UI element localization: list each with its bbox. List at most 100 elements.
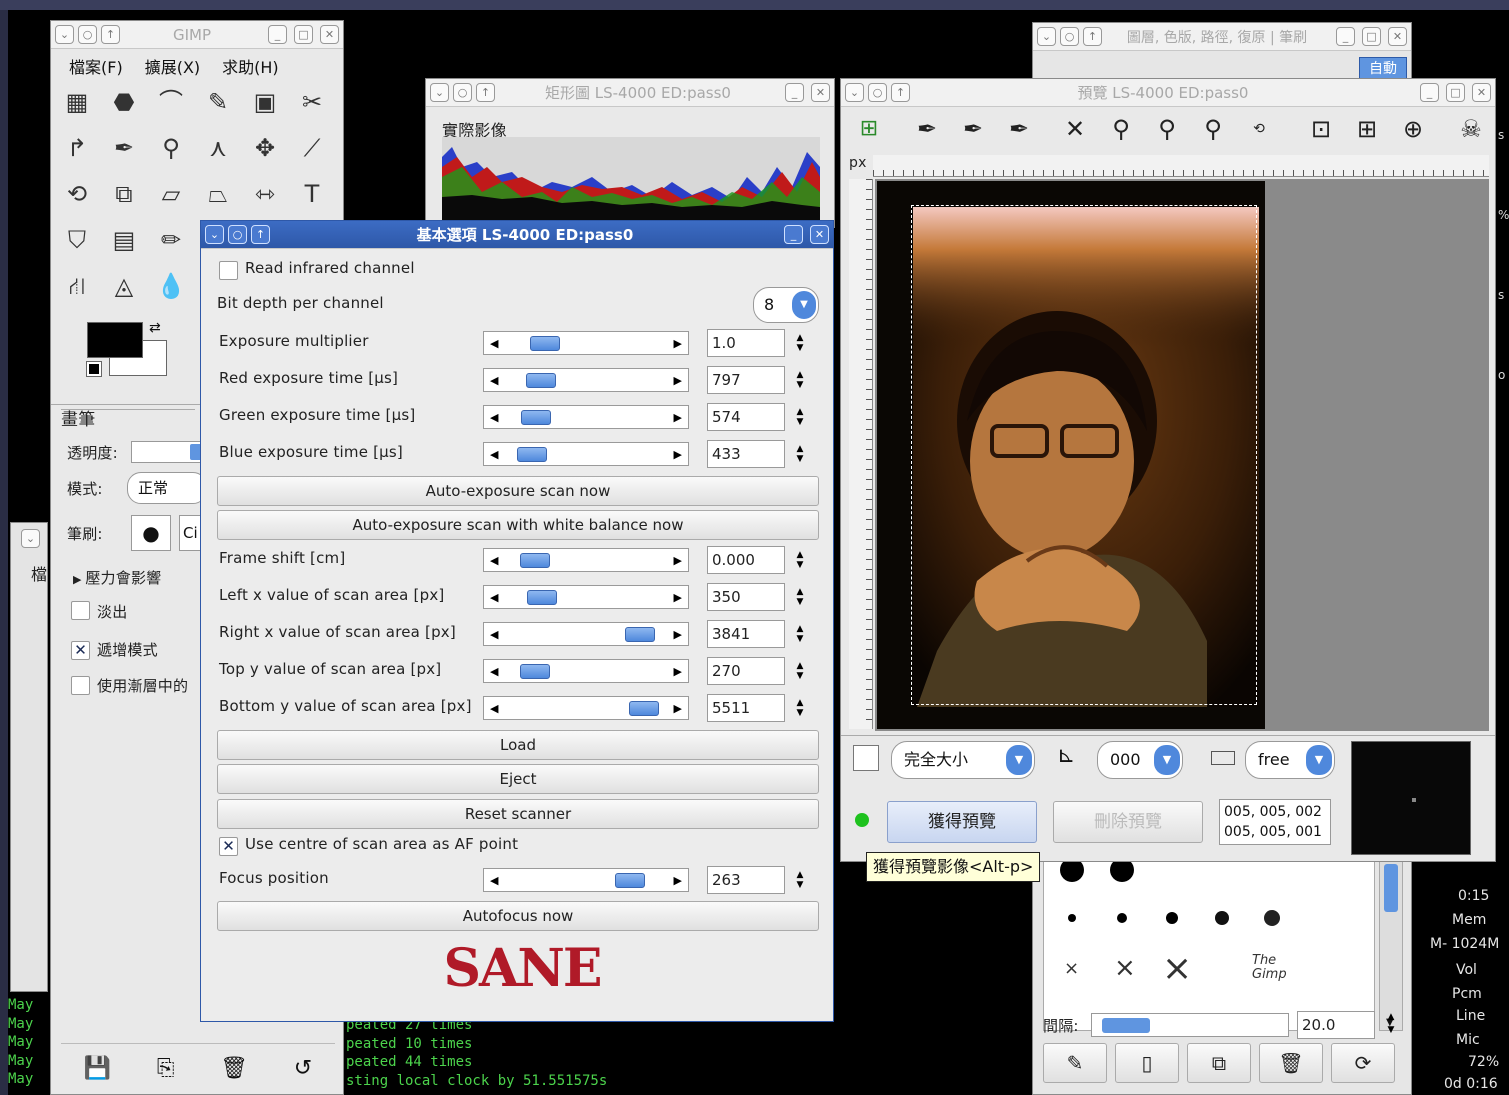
preview-canvas[interactable] (875, 179, 1489, 731)
option-value-input[interactable]: 574 (707, 403, 785, 431)
brush-scrollbar[interactable]: ▼ (1379, 853, 1403, 1031)
menu-help[interactable]: 求助(H) (222, 54, 279, 78)
spin-arrows-icon[interactable]: ▲▼ (789, 620, 809, 648)
option-value-input[interactable]: 1.0 (707, 329, 785, 357)
new-brush-button[interactable]: ▯ (1115, 1043, 1179, 1083)
option-value-input[interactable]: 0.000 (707, 546, 785, 574)
option-slider[interactable]: ◀ ▶ (483, 331, 689, 355)
autofocus-button[interactable]: Autofocus now (217, 901, 819, 931)
spacing-spin-icon[interactable]: ▲ ▼ (1381, 1011, 1401, 1039)
maximize-area-icon[interactable]: ⊞ (1347, 109, 1387, 149)
arrow-right-icon[interactable]: ▶ (674, 702, 682, 715)
spin-arrows-icon[interactable]: ▲▼ (789, 329, 809, 357)
selection-toggle-icon[interactable] (853, 745, 879, 771)
option-value-input[interactable]: 3841 (707, 620, 785, 648)
scale-icon[interactable]: ⧉ (106, 177, 142, 211)
close-icon[interactable]: ✕ (1472, 83, 1491, 102)
menu-extensions[interactable]: 擴展(X) (145, 54, 200, 78)
refresh-brushes-button[interactable]: ⟳ (1331, 1043, 1395, 1083)
option-slider[interactable]: ◀ ▶ (483, 548, 689, 572)
menu-file[interactable]: 檔案(F) (69, 54, 123, 78)
skull-icon[interactable]: ☠ (1451, 109, 1491, 149)
maximize-icon[interactable]: □ (294, 25, 313, 44)
reset-scanner-button[interactable]: Reset scanner (217, 799, 819, 829)
close-icon[interactable]: ✕ (320, 25, 339, 44)
slider-knob[interactable] (527, 590, 558, 605)
arrow-left-icon[interactable]: ◀ (490, 702, 498, 715)
raise-icon[interactable]: ↑ (891, 83, 910, 102)
slider-knob[interactable] (614, 873, 645, 888)
spacing-slider[interactable] (1091, 1013, 1289, 1037)
shade-icon[interactable]: ○ (228, 225, 247, 244)
angle-select[interactable]: 000 ▼ (1097, 741, 1183, 779)
pick-gray-icon[interactable]: ✒ (953, 109, 993, 149)
selection-rectangle[interactable] (911, 205, 1257, 705)
restore-options-icon[interactable]: ⎘ (157, 1056, 175, 1081)
option-slider[interactable]: ◀ ▶ (483, 368, 689, 392)
fuzzy-select-icon[interactable]: ✎ (200, 85, 236, 119)
close-icon[interactable]: ✕ (810, 225, 829, 244)
size-select[interactable]: 完全大小 ▼ (891, 741, 1035, 779)
option-slider[interactable]: ◀ ▶ (483, 442, 689, 466)
reset-options-icon[interactable]: ↺ (294, 1056, 312, 1081)
incremental-checkbox[interactable]: ✕ (71, 641, 90, 660)
slider-knob[interactable] (517, 447, 547, 462)
ink-icon[interactable]: ⛙ (59, 269, 95, 303)
bit-depth-select[interactable]: 8 ▼ (753, 287, 819, 323)
spacing-input[interactable]: 20.0 (1297, 1011, 1375, 1039)
slider-knob[interactable] (519, 664, 550, 679)
load-button[interactable]: Load (217, 730, 819, 760)
select-area-icon[interactable]: ⊞ (849, 109, 889, 149)
shade-icon[interactable]: ○ (78, 25, 97, 44)
color-picker-icon[interactable]: ✒ (106, 131, 142, 165)
minimize-icon[interactable]: _ (1420, 83, 1439, 102)
maximize-icon[interactable]: □ (1446, 83, 1465, 102)
minimize-icon[interactable]: _ (785, 83, 804, 102)
read-infrared-checkbox[interactable] (219, 261, 238, 280)
arrow-right-icon[interactable]: ▶ (674, 591, 682, 604)
raise-icon[interactable]: ↑ (101, 25, 120, 44)
shade-icon[interactable]: ○ (868, 83, 887, 102)
color-select-icon[interactable]: ▣ (247, 85, 283, 119)
undo-zoom-icon[interactable]: ⟲ (1239, 109, 1279, 149)
delete-brush-button[interactable]: 🗑 (1259, 1043, 1323, 1083)
color-area[interactable]: ⇄ (61, 316, 195, 410)
arrow-right-icon[interactable]: ▶ (674, 874, 682, 887)
arrow-left-icon[interactable]: ◀ (490, 337, 498, 350)
scroll-thumb[interactable] (1384, 864, 1398, 912)
foreground-color[interactable] (87, 322, 143, 358)
swap-colors-icon[interactable]: ⇄ (149, 320, 161, 336)
lasso-icon[interactable]: ⌒ (153, 85, 189, 119)
spin-arrows-icon[interactable]: ▲▼ (789, 440, 809, 468)
zoom-icon[interactable]: ⚲ (153, 131, 189, 165)
get-preview-button[interactable]: 獲得預覽 (887, 801, 1037, 843)
full-area-icon[interactable]: ⊕ (1393, 109, 1433, 149)
scissors-icon[interactable]: ✂ (294, 85, 330, 119)
arrow-left-icon[interactable]: ◀ (490, 591, 498, 604)
option-value-input[interactable]: 5511 (707, 694, 785, 722)
default-colors-icon[interactable] (86, 361, 102, 377)
autoselect-icon[interactable]: ⊡ (1301, 109, 1341, 149)
arrow-left-icon[interactable]: ◀ (490, 374, 498, 387)
zoom-in-icon[interactable]: ⚲ (1147, 109, 1187, 149)
text-icon[interactable]: T (294, 177, 330, 211)
option-slider[interactable]: ◀ ▶ (483, 868, 689, 892)
opacity-slider[interactable] (131, 441, 211, 463)
option-slider[interactable]: ◀ ▶ (483, 405, 689, 429)
minimize-icon[interactable]: _ (1336, 27, 1355, 46)
brush-grid[interactable]: × × × The Gimp (1043, 853, 1375, 1031)
shade-icon[interactable]: ○ (453, 83, 472, 102)
use-centre-checkbox[interactable]: ✕ (219, 837, 238, 856)
menu-icon[interactable]: ⌄ (55, 25, 74, 44)
raise-icon[interactable]: ↑ (1083, 27, 1102, 46)
paths-icon[interactable]: ↱ (59, 131, 95, 165)
arrow-right-icon[interactable]: ▶ (674, 337, 682, 350)
pick-black-icon[interactable]: ✒ (907, 109, 947, 149)
spin-arrows-icon[interactable]: ▲▼ (789, 583, 809, 611)
raise-icon[interactable]: ↑ (476, 83, 495, 102)
menu-icon[interactable]: ⌄ (21, 529, 40, 548)
option-value-input[interactable]: 350 (707, 583, 785, 611)
spin-arrows-icon[interactable]: ▲▼ (789, 366, 809, 394)
ellipse-select-icon[interactable]: ⬣ (106, 85, 142, 119)
arrow-left-icon[interactable]: ◀ (490, 554, 498, 567)
